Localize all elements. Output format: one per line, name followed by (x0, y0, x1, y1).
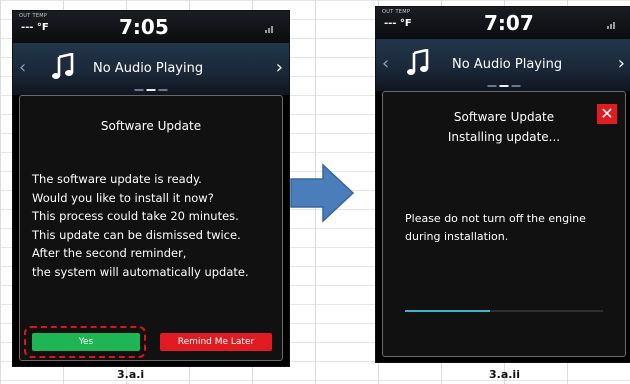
message-line: Please do not turn off the engine (405, 212, 586, 225)
software-update-dialog: Software Update The software update is r… (19, 95, 283, 361)
audio-status-text: No Audio Playing (93, 61, 204, 76)
chevron-right-icon[interactable]: › (276, 57, 283, 78)
audio-bar[interactable]: ‹ No Audio Playing › (13, 43, 289, 95)
dialog-title: Software Update (100, 119, 202, 133)
arrow-right-icon (290, 163, 355, 223)
page-dot (487, 85, 496, 87)
message-line: This process could take 20 minutes. (32, 209, 239, 224)
out-temp-value: --- °F (21, 22, 49, 33)
head-unit-screen-update-prompt: OUT TEMP --- °F 7:05 ‹ No Audio Playing … (12, 10, 290, 367)
audio-status-text: No Audio Playing (452, 57, 563, 72)
installing-update-dialog: Software Update Installing update... ✕ P… (382, 91, 626, 357)
clock: 7:07 (484, 11, 534, 35)
chevron-right-icon[interactable]: › (618, 53, 625, 74)
status-bar: OUT TEMP --- °F 7:05 (13, 11, 289, 43)
remind-me-later-button[interactable]: Remind Me Later (160, 333, 272, 351)
page-dot (134, 89, 144, 91)
page-indicator (487, 85, 520, 87)
message-line: After the second reminder, (32, 246, 187, 261)
chevron-left-icon[interactable]: ‹ (19, 57, 26, 78)
caption-left: 3.a.i (117, 368, 145, 381)
progress-bar (405, 310, 603, 312)
dialog-title: Software Update (453, 110, 555, 124)
chevron-left-icon[interactable]: ‹ (382, 53, 389, 74)
page-dot-active (499, 85, 508, 87)
clock: 7:05 (119, 15, 169, 39)
dialog-message: Please do not turn off the engine during… (405, 210, 586, 246)
signal-icon (607, 22, 615, 29)
music-note-icon (52, 53, 74, 79)
signal-icon (265, 26, 273, 33)
head-unit-screen-installing: OUT TEMP --- °F 7:07 ‹ No Audio Playing … (375, 6, 630, 363)
page-dot-active (146, 89, 156, 91)
message-line: the system will automatically update. (32, 264, 249, 279)
page-dot (158, 89, 168, 91)
out-temp-value: --- °F (384, 18, 412, 29)
caption-right: 3.a.ii (489, 368, 520, 381)
dialog-message: The software update is ready. Would you … (32, 170, 272, 282)
status-bar: OUT TEMP --- °F 7:07 (376, 7, 630, 39)
dialog-subtitle: Installing update... (447, 130, 561, 144)
audio-bar[interactable]: ‹ No Audio Playing › (376, 39, 630, 91)
music-note-icon (407, 49, 429, 75)
out-temp-label: OUT TEMP (19, 13, 48, 19)
message-line: during installation. (405, 230, 509, 243)
message-line: The software update is ready. (32, 172, 202, 186)
progress-bar-fill (405, 310, 491, 312)
out-temp-label: OUT TEMP (382, 9, 411, 15)
yes-button[interactable]: Yes (32, 333, 140, 351)
message-line: This update can be dismissed twice. (32, 227, 241, 242)
close-button[interactable]: ✕ (597, 104, 617, 124)
page-dot (511, 85, 520, 87)
page-indicator (134, 89, 168, 91)
message-line: Would you like to install it now? (32, 190, 214, 205)
